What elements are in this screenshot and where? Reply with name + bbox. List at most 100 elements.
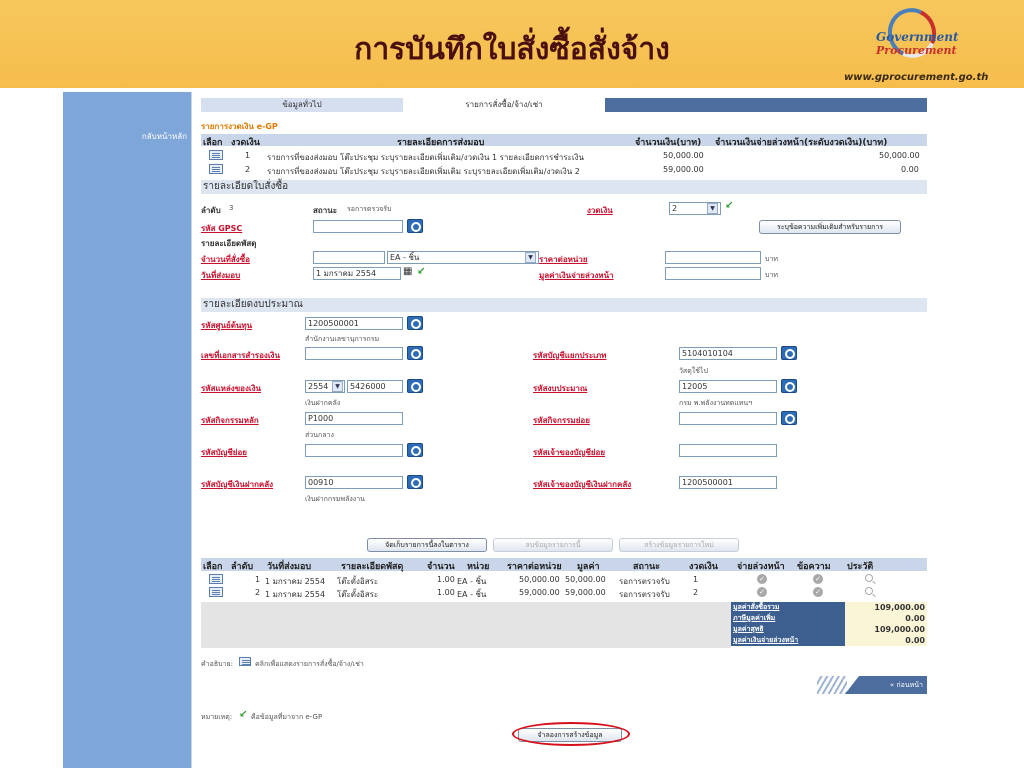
folder-icon[interactable] bbox=[209, 574, 223, 584]
gpsc-input[interactable] bbox=[313, 220, 403, 233]
gl-account-input[interactable]: 5104010104 bbox=[679, 347, 777, 360]
cost-center-input[interactable]: 1200500001 bbox=[305, 317, 403, 330]
fund-source-desc: เงินฝากคลัง bbox=[305, 399, 341, 407]
advance-input[interactable] bbox=[665, 267, 761, 280]
highlight-circle bbox=[512, 722, 630, 746]
back-home-link[interactable]: กลับหน้าหลัก bbox=[142, 130, 187, 143]
unit-price-input[interactable] bbox=[665, 251, 761, 264]
folder-icon[interactable] bbox=[209, 164, 223, 174]
chevron-down-icon[interactable]: ▼ bbox=[707, 203, 718, 214]
new-item-button[interactable]: สร้างข้อมูลรายการใหม่ bbox=[619, 538, 739, 552]
seq-label: ลำดับ bbox=[201, 206, 221, 215]
extra-text-button[interactable]: ระบุข้อความเพิ่มเติมสำหรับรายการ bbox=[759, 220, 901, 234]
delete-item-button[interactable]: ลบข้อมูลรายการนี้ bbox=[493, 538, 613, 552]
history-magnifier-icon[interactable] bbox=[865, 574, 873, 582]
search-icon[interactable] bbox=[781, 346, 797, 360]
tab-order-items[interactable]: รายการสั่งซื้อ/จ้าง/เช่า bbox=[403, 98, 605, 112]
fund-year-value: 2554 bbox=[308, 382, 329, 391]
history-magnifier-icon[interactable] bbox=[865, 587, 873, 595]
summary-spacer bbox=[201, 602, 731, 648]
save-item-button[interactable]: จัดเก็บรายการนี้ลงในตาราง bbox=[367, 538, 487, 552]
deposit-account-label[interactable]: รหัสบัญชีเงินฝากคลัง bbox=[201, 478, 273, 491]
summary-label: ภาษีมูลค่าเพิ่ม bbox=[731, 613, 845, 624]
item-detail: โต๊ะตั้งอิสระ bbox=[337, 577, 379, 586]
col-select: เลือก bbox=[203, 138, 223, 148]
col-installment: งวดเงิน bbox=[689, 562, 718, 572]
search-icon[interactable] bbox=[781, 379, 797, 393]
order-detail-section: รายละเอียดใบสั่งซื้อ bbox=[201, 180, 927, 194]
installment-amount: 50,000.00 bbox=[663, 151, 704, 160]
sub-account-label[interactable]: รหัสบัญชีย่อย bbox=[201, 446, 247, 459]
sub-account-input[interactable] bbox=[305, 444, 403, 457]
col-delivery-detail: รายละเอียดการส่งมอบ bbox=[397, 138, 485, 148]
left-sidebar: กลับหน้าหลัก bbox=[63, 92, 191, 768]
check-icon: ✓ bbox=[757, 574, 767, 584]
reserve-doc-input[interactable] bbox=[305, 347, 403, 360]
budget-code-value: 12005 bbox=[682, 382, 708, 391]
search-icon[interactable] bbox=[781, 411, 797, 425]
col-advance: จ่ายล่วงหน้า bbox=[737, 562, 785, 572]
folder-icon[interactable] bbox=[209, 587, 223, 597]
chevron-down-icon[interactable]: ▼ bbox=[525, 252, 536, 263]
deposit-owner-input[interactable]: 1200500001 bbox=[679, 476, 777, 489]
item-date: 1 มกราคม 2554 bbox=[265, 577, 326, 586]
check-icon: ✓ bbox=[813, 574, 823, 584]
search-icon[interactable] bbox=[407, 316, 423, 330]
seq-value: 3 bbox=[229, 204, 234, 212]
gl-account-desc: วัสดุใช้ไป bbox=[679, 367, 708, 375]
unit-price-label: ราคาต่อหน่วย bbox=[539, 255, 588, 264]
sub-account-owner-label[interactable]: รหัสเจ้าของบัญชีย่อย bbox=[533, 446, 605, 459]
gl-account-value: 5104010104 bbox=[682, 349, 733, 358]
folder-icon[interactable] bbox=[209, 150, 223, 160]
item-qty: 1.00 bbox=[437, 575, 455, 584]
previous-button[interactable]: « ก่อนหน้า bbox=[845, 676, 927, 694]
fund-source-label[interactable]: รหัสแหล่งของเงิน bbox=[201, 382, 261, 395]
budget-code-label[interactable]: รหัสงบประมาณ bbox=[533, 382, 587, 395]
installment-advance: 0.00 bbox=[901, 165, 919, 174]
cost-center-label[interactable]: รหัสศูนย์ต้นทุน bbox=[201, 319, 252, 332]
col-message: ข้อความ bbox=[797, 562, 831, 572]
item-seq: 1 bbox=[255, 575, 261, 584]
budget-code-input[interactable]: 12005 bbox=[679, 380, 777, 393]
unit-select[interactable]: EA - ชิ้น bbox=[387, 251, 539, 264]
search-icon[interactable] bbox=[407, 346, 423, 360]
col-status: สถานะ bbox=[633, 562, 660, 572]
summary-value: 0.00 bbox=[845, 635, 927, 646]
sub-account-owner-input[interactable] bbox=[679, 444, 777, 457]
col-unit-price: ราคาต่อหน่วย bbox=[507, 562, 562, 572]
reserve-doc-label[interactable]: เลขที่เอกสารสำรองเงิน bbox=[201, 349, 280, 362]
delivery-date-input[interactable]: 1 มกราคม 2554 bbox=[313, 267, 401, 280]
item-detail-label: รายละเอียดพัสดุ bbox=[201, 239, 257, 248]
baht-unit: บาท bbox=[765, 271, 778, 279]
qty-input[interactable] bbox=[313, 251, 385, 264]
item-value: 50,000.00 bbox=[565, 575, 606, 584]
logo-text-government: Government bbox=[876, 30, 959, 44]
search-icon[interactable] bbox=[407, 475, 423, 489]
sub-activity-label[interactable]: รหัสกิจกรรมย่อย bbox=[533, 414, 590, 427]
calendar-icon[interactable]: ▦ bbox=[403, 266, 412, 277]
tab-bar: ข้อมูลทั่วไป รายการสั่งซื้อ/จ้าง/เช่า bbox=[201, 98, 927, 112]
items-table-header: เลือก ลำดับ วันที่ส่งมอบ รายละเอียดพัสดุ… bbox=[201, 558, 927, 572]
sub-activity-input[interactable] bbox=[679, 412, 777, 425]
installment-caption: รายการงวดเงิน e-GP bbox=[201, 122, 278, 131]
search-icon[interactable] bbox=[407, 219, 423, 233]
item-seq: 2 bbox=[255, 588, 261, 597]
main-activity-input[interactable]: P1000 bbox=[305, 412, 403, 425]
deposit-owner-label[interactable]: รหัสเจ้าของบัญชีเงินฝากคลัง bbox=[533, 478, 631, 491]
deposit-account-value: 00910 bbox=[308, 478, 334, 487]
summary-value: 109,000.00 bbox=[845, 624, 927, 635]
tab-general-info[interactable]: ข้อมูลทั่วไป bbox=[201, 98, 403, 112]
deposit-account-input[interactable]: 00910 bbox=[305, 476, 403, 489]
item-value: 59,000.00 bbox=[565, 588, 606, 597]
search-icon[interactable] bbox=[407, 379, 423, 393]
main-activity-desc: ส่วนกลาง bbox=[305, 431, 334, 439]
fund-source-input[interactable]: 5426000 bbox=[347, 380, 403, 393]
item-status: รอการตรวจรับ bbox=[619, 577, 670, 586]
installment-label[interactable]: งวดเงิน bbox=[587, 204, 613, 217]
gl-account-label[interactable]: รหัสบัญชีแยกประเภท bbox=[533, 349, 606, 362]
main-activity-label[interactable]: รหัสกิจกรรมหลัก bbox=[201, 414, 259, 427]
search-icon[interactable] bbox=[407, 443, 423, 457]
chevron-down-icon[interactable]: ▼ bbox=[332, 381, 343, 392]
gpsc-label[interactable]: รหัส GPSC bbox=[201, 222, 242, 235]
main-content: ข้อมูลทั่วไป รายการสั่งซื้อ/จ้าง/เช่า รา… bbox=[199, 96, 929, 768]
